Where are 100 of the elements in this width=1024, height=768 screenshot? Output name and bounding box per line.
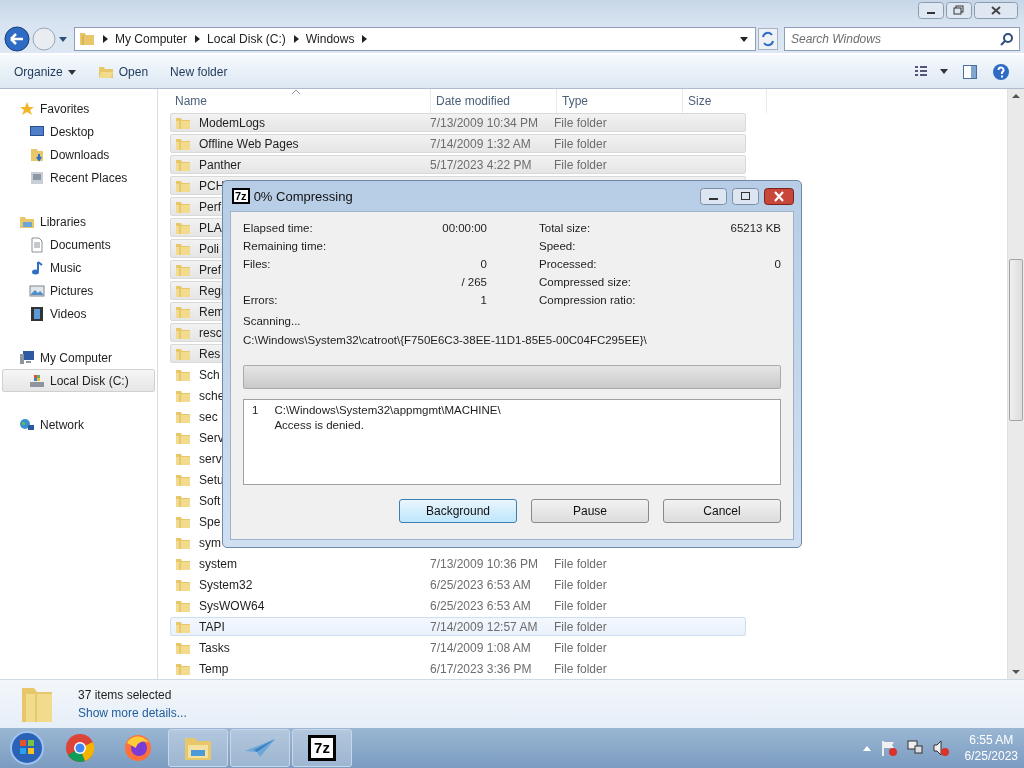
folder-icon <box>175 325 191 340</box>
status-text: Scanning... <box>243 314 302 329</box>
file-name[interactable]: Temp <box>199 661 229 676</box>
toolbar-button[interactable]: Organize <box>10 62 80 81</box>
refresh-button[interactable] <box>758 28 778 50</box>
picture-icon <box>29 282 45 299</box>
breadcrumb-item[interactable]: My Computer <box>115 32 188 46</box>
music-note-icon <box>29 259 45 276</box>
star-icon <box>19 100 35 117</box>
start-button[interactable] <box>7 728 47 768</box>
nav-item[interactable]: Documents <box>2 233 155 256</box>
file-name[interactable]: sym <box>199 535 221 550</box>
nav-item[interactable]: Libraries <box>2 210 155 233</box>
dialog-button[interactable]: Cancel <box>663 499 781 523</box>
stat-label: Compressed size: <box>539 276 632 290</box>
file-name[interactable]: SysWOW64 <box>199 598 265 613</box>
toolbar-button[interactable]: New folder <box>166 62 232 81</box>
file-name[interactable]: Soft <box>199 493 221 508</box>
file-name[interactable]: Pref <box>199 262 221 277</box>
scroll-thumb[interactable] <box>1009 259 1023 421</box>
folder-icon <box>175 661 191 676</box>
nav-item[interactable]: Videos <box>2 302 155 325</box>
file-row[interactable]: Panther 5/17/2023 4:22 PM File folder <box>170 155 746 174</box>
network-status-icon[interactable] <box>905 739 924 757</box>
dropdown-icon[interactable] <box>739 35 749 43</box>
folder-icon <box>175 346 191 361</box>
folder-icon <box>175 157 191 172</box>
folder-icon <box>175 598 191 613</box>
close-button[interactable] <box>974 2 1018 19</box>
file-name[interactable]: sec <box>199 409 218 424</box>
folder-icon <box>175 304 191 319</box>
logo-icon: 7z <box>308 735 336 761</box>
nav-item[interactable]: Music <box>2 256 155 279</box>
folder-icon <box>175 640 191 655</box>
nav-item[interactable]: My Computer <box>2 346 155 369</box>
file-name[interactable]: System32 <box>199 577 253 592</box>
action-center-flag-icon[interactable] <box>879 739 898 757</box>
file-name[interactable]: resc <box>199 325 222 340</box>
file-name[interactable]: Panther <box>199 157 242 172</box>
file-name[interactable]: Poli <box>199 241 219 256</box>
file-name[interactable]: Perf <box>199 199 221 214</box>
file-name[interactable]: system <box>199 556 237 571</box>
file-name[interactable]: Offline Web Pages <box>199 136 299 151</box>
muted-speaker-icon[interactable] <box>931 739 950 757</box>
file-type: File folder <box>554 598 607 613</box>
back-button[interactable] <box>4 26 30 52</box>
folder-icon <box>175 136 191 151</box>
file-name[interactable]: serv <box>199 451 222 466</box>
breadcrumb-item[interactable]: Windows <box>305 32 355 46</box>
folder-icon <box>29 146 45 163</box>
file-row[interactable]: Offline Web Pages 7/14/2009 1:32 AM File folder <box>170 134 746 153</box>
file-row[interactable]: ModemLogs 7/13/2009 10:34 PM File folder <box>170 113 746 132</box>
preview-pane-button[interactable] <box>962 63 978 80</box>
file-name[interactable]: Sch <box>199 367 220 382</box>
nav-item[interactable]: Desktop <box>2 120 155 143</box>
error-message: Access is denied. <box>274 419 365 431</box>
folder-icon <box>175 241 191 256</box>
show-details-link[interactable]: Show more details... <box>78 706 187 720</box>
stat-label: Processed: <box>539 258 597 272</box>
view-options-button[interactable] <box>914 64 948 79</box>
clock-date: 6/25/2023 <box>964 748 1018 764</box>
breadcrumb-item[interactable]: Local Disk (C:) <box>207 32 286 46</box>
file-name[interactable]: PLA <box>199 220 222 235</box>
folder-icon <box>175 283 191 298</box>
address-field[interactable]: My Computer Local Disk (C:) Windows <box>74 27 756 51</box>
folder-icon <box>175 472 191 487</box>
dialog-button[interactable]: Pause <box>531 499 649 523</box>
nav-item[interactable]: Recent Places <box>2 166 155 189</box>
taskbar-app-button[interactable]: 7z <box>292 729 352 767</box>
file-name[interactable]: Res <box>199 346 221 361</box>
scrollbar[interactable] <box>1007 89 1024 679</box>
nav-item[interactable]: Downloads <box>2 143 155 166</box>
nav-item[interactable]: Local Disk (C:) <box>2 369 155 392</box>
file-row[interactable]: TAPI 7/14/2009 12:57 AM File folder <box>170 617 746 636</box>
restore-button[interactable] <box>946 2 972 19</box>
file-path: C:\Windows\System32\catroot\{F750E6C3-38EE-11D1-85E5-00C04FC295EE}\ <box>243 333 648 348</box>
minimize-button[interactable] <box>918 2 944 19</box>
toolbar-button[interactable]: Open <box>93 62 153 81</box>
date-modified: 6/25/2023 6:53 AM <box>430 577 531 592</box>
nav-item[interactable]: Pictures <box>2 279 155 302</box>
file-name[interactable]: ModemLogs <box>199 115 266 130</box>
folder-icon <box>175 535 191 550</box>
help-button[interactable] <box>992 62 1010 81</box>
search-field[interactable]: Search Windows <box>784 27 1020 51</box>
date-modified: 7/14/2009 1:32 AM <box>430 136 531 151</box>
file-name[interactable]: TAPI <box>199 619 225 634</box>
file-name[interactable]: Tasks <box>199 640 230 655</box>
maximize-button[interactable] <box>732 187 759 205</box>
close-button[interactable] <box>764 187 794 205</box>
file-name[interactable]: Spe <box>199 514 221 529</box>
history-dropdown-icon[interactable] <box>58 35 68 43</box>
film-icon <box>29 305 45 322</box>
date-modified: 6/17/2023 3:36 PM <box>430 661 532 676</box>
stat-value: 0 <box>774 258 781 272</box>
nav-item[interactable]: Network <box>2 413 155 436</box>
nav-item[interactable]: Favorites <box>2 97 155 120</box>
selection-count: 37 items selected <box>78 688 173 702</box>
minimize-button[interactable] <box>700 187 727 205</box>
dialog-button[interactable]: Background <box>399 499 517 523</box>
folder-icon <box>175 409 191 424</box>
